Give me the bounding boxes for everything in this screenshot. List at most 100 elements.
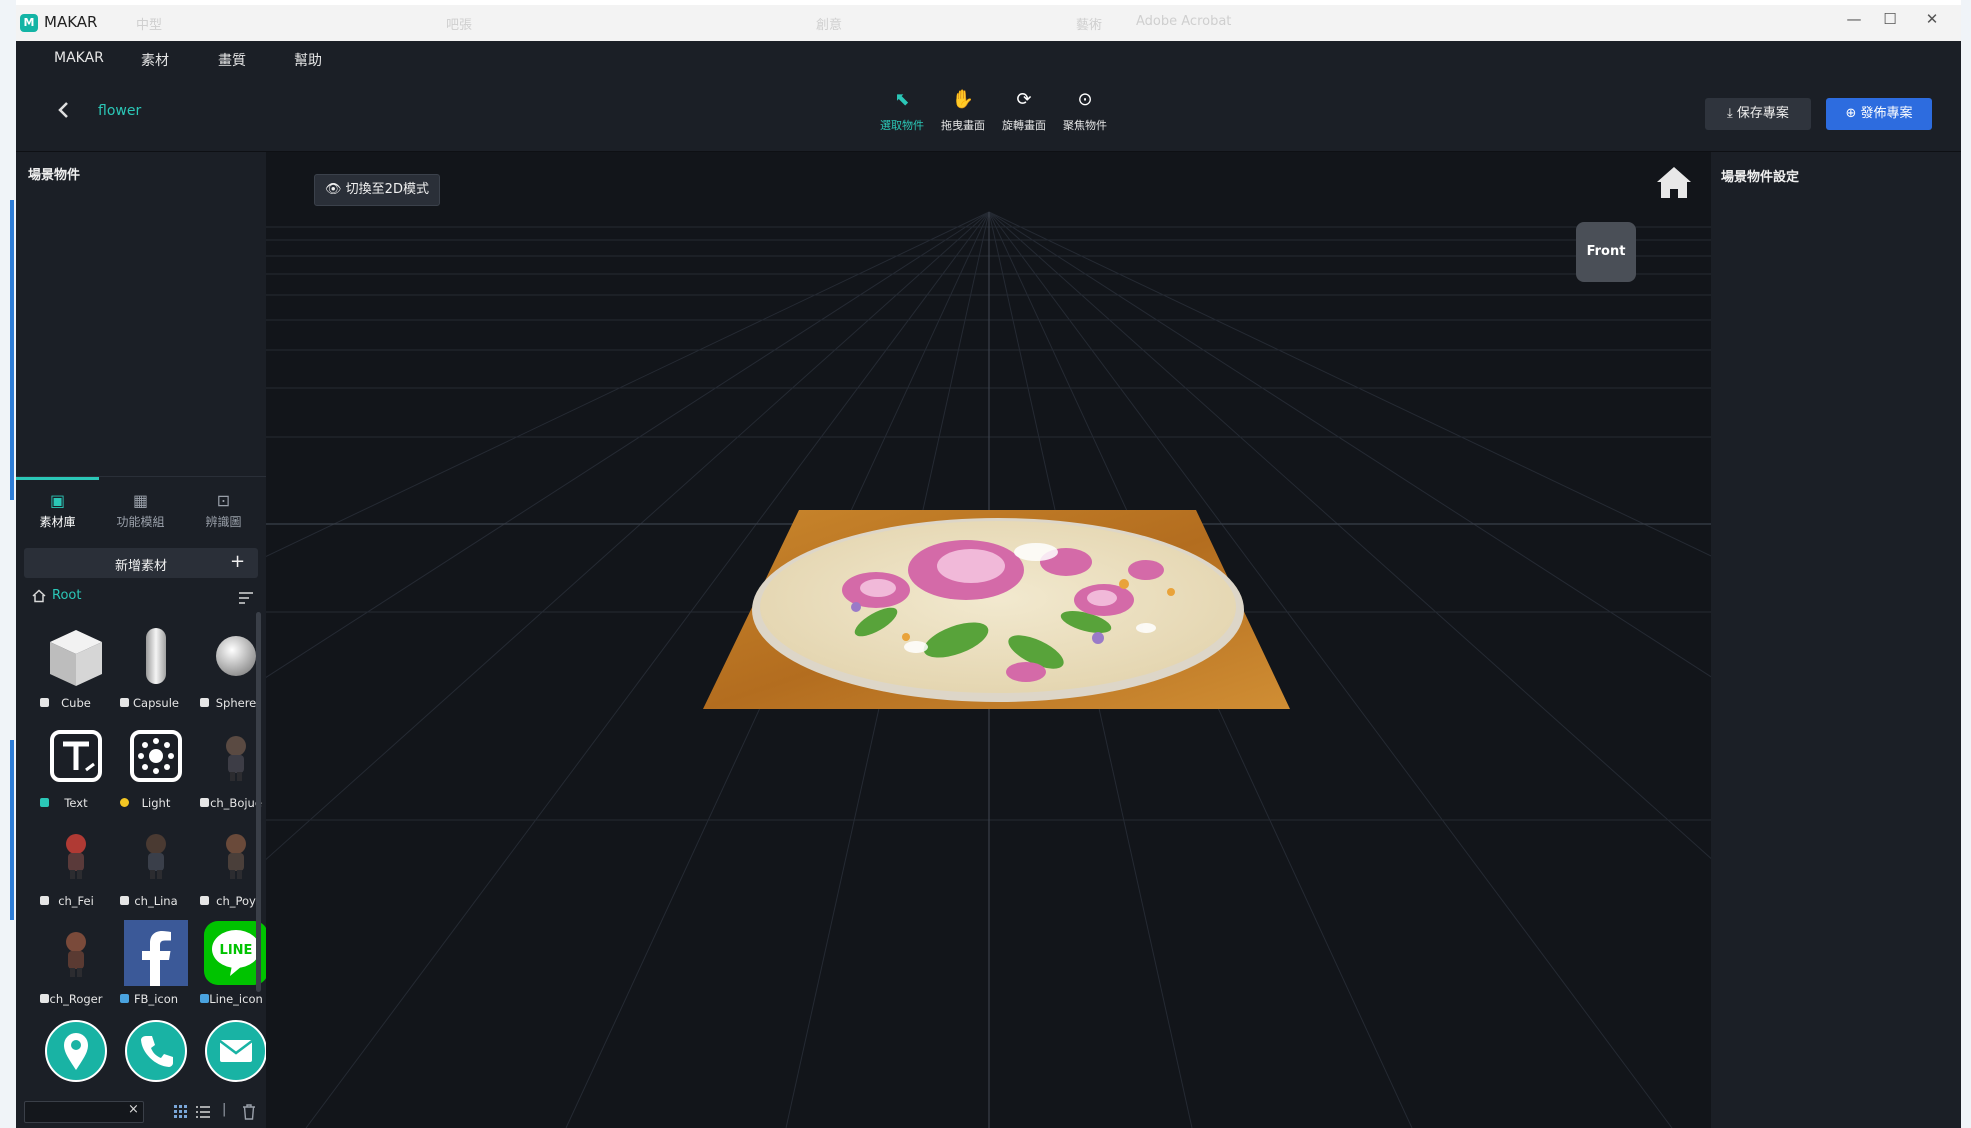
tab-modules[interactable]: ▦ 功能模組 bbox=[99, 477, 182, 541]
menu-assets[interactable]: 素材 bbox=[141, 50, 169, 70]
asset-label: Line_icon bbox=[209, 992, 263, 1006]
scene-objects-title: 場景物件 bbox=[28, 168, 81, 183]
left-panel: 場景物件 ▣ 素材庫 ▦ 功能模組 ⊡ 辨識圖 新增素材 + Root Cube… bbox=[16, 152, 268, 1128]
asset-item-ch-bojue[interactable]: ch_Bojue bbox=[196, 724, 276, 820]
asset-bottom-bar: × | bbox=[16, 1096, 266, 1128]
asset-tabs: ▣ 素材庫 ▦ 功能模組 ⊡ 辨識圖 bbox=[16, 476, 266, 541]
scene-viewport[interactable]: 👁 切換至2D模式 Front bbox=[266, 152, 1711, 1128]
tab-recognition-image[interactable]: ⊡ 辨識圖 bbox=[182, 477, 265, 541]
tool-focus-object[interactable]: ⊙ 聚焦物件 bbox=[1054, 89, 1116, 139]
window-title: MAKAR bbox=[44, 13, 98, 31]
sort-icon[interactable] bbox=[238, 591, 254, 605]
tool-label: 聚焦物件 bbox=[1063, 119, 1107, 132]
desktop-left-accent bbox=[10, 200, 14, 500]
tab-label: 功能模組 bbox=[116, 515, 165, 529]
focus-icon: ⊙ bbox=[1077, 89, 1093, 110]
makar-logo-icon: M bbox=[20, 14, 38, 32]
asset-item-light[interactable]: Light bbox=[116, 724, 196, 820]
asset-label: ch_Bojue bbox=[210, 796, 262, 810]
project-name: flower bbox=[98, 103, 142, 119]
switch-2d-mode-button[interactable]: 👁 切換至2D模式 bbox=[314, 174, 440, 206]
home-view-icon[interactable] bbox=[1654, 162, 1694, 202]
asset-item-ch-poy[interactable]: ch_Poy bbox=[196, 822, 276, 918]
menu-help[interactable]: 幫助 bbox=[294, 50, 322, 70]
phone-icon bbox=[125, 1020, 187, 1082]
cursor-icon: ⬉ bbox=[894, 89, 910, 110]
add-asset-button[interactable]: 新增素材 + bbox=[24, 548, 258, 578]
trash-icon[interactable] bbox=[242, 1104, 256, 1120]
tool-label: 選取物件 bbox=[880, 119, 924, 132]
minimize-button[interactable]: — bbox=[1836, 7, 1872, 31]
tool-label: 旋轉畫面 bbox=[1002, 119, 1046, 132]
rotate-icon: ⟳ bbox=[1016, 89, 1032, 110]
title-bar: M MAKAR 中型 吧張 創意 藝術 Adobe Acrobat — ☐ ✕ bbox=[16, 5, 1961, 42]
flower-plate-model[interactable] bbox=[703, 510, 1290, 709]
tool-drag-view[interactable]: ✋ 拖曳畫面 bbox=[932, 89, 994, 139]
menu-makar[interactable]: MAKAR bbox=[54, 50, 104, 66]
location-icon bbox=[45, 1020, 107, 1082]
hand-icon: ✋ bbox=[951, 89, 975, 110]
asset-item-ch-fei[interactable]: ch_Fei bbox=[36, 822, 116, 918]
text-thumbnail-icon bbox=[50, 730, 102, 782]
menu-quality[interactable]: 畫質 bbox=[218, 50, 246, 70]
background-window-title: 藝術 bbox=[1076, 18, 1103, 33]
capsule-thumbnail-icon bbox=[146, 628, 166, 684]
asset-item-fb-icon[interactable]: FB_icon bbox=[116, 920, 196, 1016]
character-thumbnail-icon bbox=[66, 834, 86, 879]
chevron-left-icon bbox=[58, 102, 68, 118]
list-view-icon[interactable] bbox=[196, 1105, 210, 1119]
publish-project-button[interactable]: ⊕ 發佈專案 bbox=[1826, 98, 1932, 130]
asset-item-text[interactable]: Text bbox=[36, 724, 116, 820]
character-thumbnail-icon bbox=[66, 932, 86, 977]
back-button[interactable] bbox=[52, 98, 76, 122]
asset-item-sphere[interactable]: Sphere bbox=[196, 624, 276, 720]
scene-grid bbox=[266, 211, 1711, 1128]
plus-icon: + bbox=[230, 551, 246, 572]
asset-item-line-icon[interactable]: LINE Line_icon bbox=[196, 920, 276, 1016]
asset-item-cube[interactable]: Cube bbox=[36, 624, 116, 720]
asset-label: ch_Fei bbox=[58, 894, 94, 908]
save-project-button[interactable]: ⤓ 保存專案 bbox=[1705, 98, 1811, 130]
asset-label: ch_Roger bbox=[49, 992, 103, 1006]
asset-label: Light bbox=[141, 796, 171, 810]
home-icon[interactable] bbox=[32, 589, 46, 603]
asset-label: Text bbox=[64, 796, 88, 810]
background-window-title: 創意 bbox=[816, 18, 843, 33]
close-button[interactable]: ✕ bbox=[1914, 7, 1950, 31]
clear-filter-icon[interactable]: × bbox=[128, 1102, 139, 1117]
tool-rotate-view[interactable]: ⟳ 旋轉畫面 bbox=[993, 89, 1055, 139]
add-asset-label: 新增素材 bbox=[114, 559, 167, 574]
breadcrumb-root[interactable]: Root bbox=[52, 588, 81, 603]
asset-label: ch_Poy bbox=[216, 894, 256, 908]
asset-label: Cube bbox=[61, 696, 91, 710]
module-icon: ▦ bbox=[132, 491, 149, 510]
asset-label: Capsule bbox=[133, 696, 179, 710]
character-thumbnail-icon bbox=[146, 834, 166, 879]
view-orientation-cube[interactable]: Front bbox=[1576, 222, 1636, 282]
background-window-title: Adobe Acrobat bbox=[1136, 14, 1232, 29]
tab-label: 辨識圖 bbox=[205, 515, 242, 529]
facebook-icon bbox=[124, 920, 188, 986]
toolbar: flower ⬉ 選取物件 ✋ 拖曳畫面 ⟳ 旋轉畫面 ⊙ 聚焦物件 ⤓ 保存專… bbox=[16, 75, 1961, 152]
tab-label: 素材庫 bbox=[39, 515, 76, 529]
asset-filter-input[interactable] bbox=[24, 1101, 144, 1123]
asset-item-ch-lina[interactable]: ch_Lina bbox=[116, 822, 196, 918]
maximize-button[interactable]: ☐ bbox=[1872, 7, 1908, 31]
background-window-title: 吧張 bbox=[446, 18, 473, 33]
asset-label: FB_icon bbox=[133, 992, 179, 1006]
active-tab-indicator bbox=[16, 477, 99, 480]
asset-label: ch_Lina bbox=[134, 894, 178, 908]
asset-label: Sphere bbox=[215, 696, 257, 710]
asset-item-capsule[interactable]: Capsule bbox=[116, 624, 196, 720]
cube-thumbnail-icon bbox=[50, 630, 102, 686]
asset-list-scrollbar[interactable] bbox=[256, 612, 261, 992]
desktop-left-edge bbox=[0, 0, 16, 1128]
menu-bar: MAKAR 素材 畫質 幫助 bbox=[16, 41, 1961, 75]
tool-select-object[interactable]: ⬉ 選取物件 bbox=[871, 89, 933, 139]
grid-view-icon[interactable] bbox=[174, 1105, 188, 1119]
line-logo-text: LINE bbox=[220, 943, 253, 958]
asset-item-ch-roger[interactable]: ch_Roger bbox=[36, 920, 116, 1016]
tab-asset-library[interactable]: ▣ 素材庫 bbox=[16, 477, 99, 541]
app-window: M MAKAR 中型 吧張 創意 藝術 Adobe Acrobat — ☐ ✕ … bbox=[16, 5, 1961, 1128]
asset-library-icon: ▣ bbox=[49, 491, 66, 510]
